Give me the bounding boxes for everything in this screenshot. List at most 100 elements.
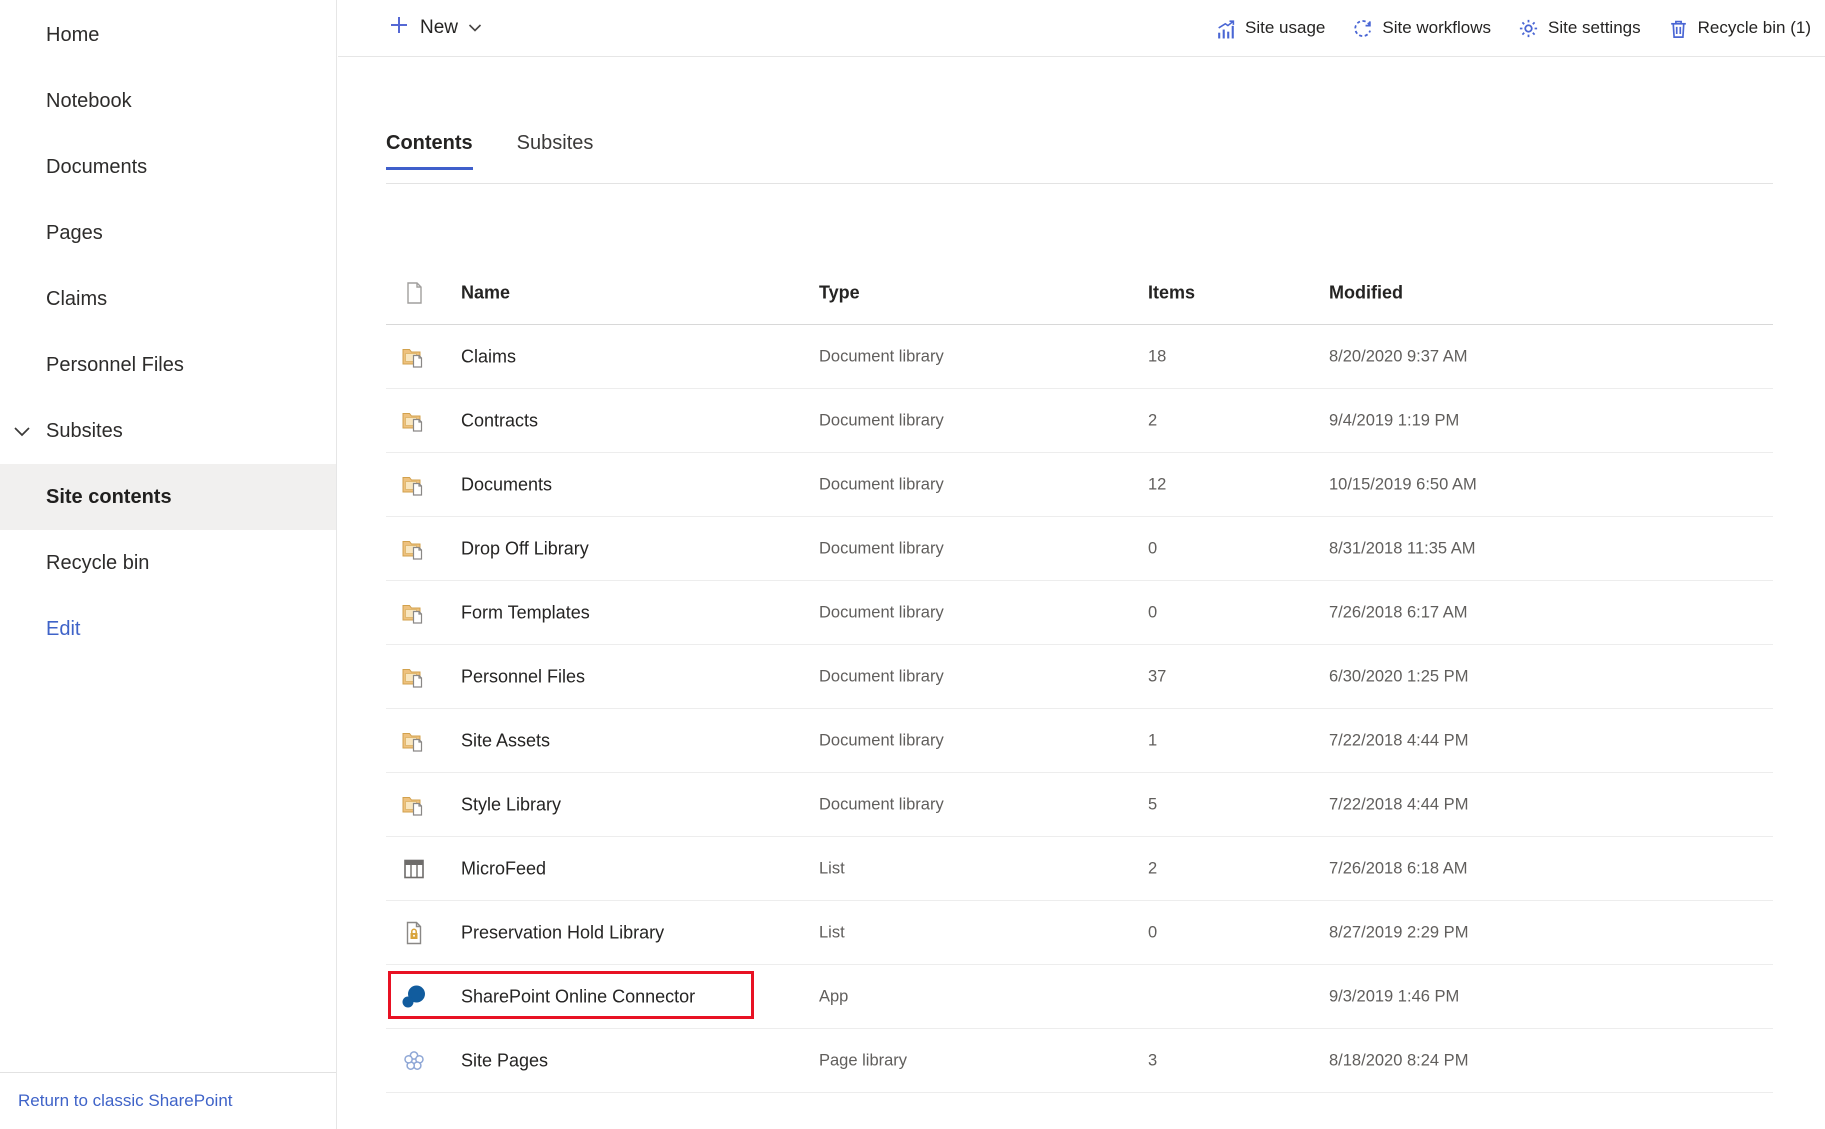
return-to-classic-link[interactable]: Return to classic SharePoint bbox=[18, 1091, 233, 1111]
row-name[interactable]: Documents bbox=[461, 474, 552, 495]
plus-icon bbox=[388, 14, 410, 42]
table-row[interactable]: MicroFeed List 2 7/26/2018 6:18 AM bbox=[386, 837, 1773, 901]
document-library-icon bbox=[401, 792, 427, 818]
table-row[interactable]: Style Library Document library 5 7/22/20… bbox=[386, 773, 1773, 837]
row-type: Document library bbox=[819, 347, 944, 366]
row-modified: 8/18/2020 8:24 PM bbox=[1329, 1051, 1468, 1070]
row-type: Document library bbox=[819, 603, 944, 622]
new-button[interactable]: New bbox=[388, 14, 482, 42]
table-row[interactable]: Site Pages Page library 3 8/18/2020 8:24… bbox=[386, 1029, 1773, 1093]
row-name[interactable]: Site Assets bbox=[461, 730, 550, 751]
table-row[interactable]: Contracts Document library 2 9/4/2019 1:… bbox=[386, 389, 1773, 453]
column-header-name[interactable]: Name bbox=[461, 282, 510, 303]
site-workflows-label: Site workflows bbox=[1382, 18, 1491, 38]
table-row[interactable]: SharePoint Online Connector App 9/3/2019… bbox=[386, 965, 1773, 1029]
sharepoint-app-icon bbox=[401, 984, 427, 1010]
site-usage-label: Site usage bbox=[1245, 18, 1325, 38]
tab-contents[interactable]: Contents bbox=[386, 132, 473, 170]
row-type-icon bbox=[401, 856, 427, 882]
command-bar-actions: Site usage Site workflows bbox=[1215, 18, 1811, 39]
tab-subsites[interactable]: Subsites bbox=[517, 132, 594, 170]
column-header-type[interactable]: Type bbox=[819, 282, 860, 303]
row-items: 2 bbox=[1148, 859, 1157, 878]
row-modified: 7/22/2018 4:44 PM bbox=[1329, 731, 1468, 750]
sidebar-item-home[interactable]: Home bbox=[0, 2, 336, 68]
row-modified: 9/3/2019 1:46 PM bbox=[1329, 987, 1459, 1006]
row-name[interactable]: Site Pages bbox=[461, 1050, 548, 1071]
sidebar-item-site-contents[interactable]: Site contents bbox=[0, 464, 336, 530]
table-row[interactable]: Documents Document library 12 10/15/2019… bbox=[386, 453, 1773, 517]
sidebar-item-edit[interactable]: Edit bbox=[0, 596, 336, 662]
row-type: Document library bbox=[819, 667, 944, 686]
row-items: 0 bbox=[1148, 603, 1157, 622]
row-name[interactable]: SharePoint Online Connector bbox=[461, 986, 695, 1007]
row-name[interactable]: Drop Off Library bbox=[461, 538, 589, 559]
sidebar: Home Notebook Documents Pages Claims Per… bbox=[0, 0, 337, 1129]
row-modified: 6/30/2020 1:25 PM bbox=[1329, 667, 1468, 686]
row-type-icon bbox=[401, 344, 427, 370]
row-name[interactable]: MicroFeed bbox=[461, 858, 546, 879]
table-row[interactable]: Personnel Files Document library 37 6/30… bbox=[386, 645, 1773, 709]
row-name[interactable]: Preservation Hold Library bbox=[461, 922, 664, 943]
sidebar-item-label: Subsites bbox=[46, 420, 123, 443]
sidebar-item-pages[interactable]: Pages bbox=[0, 200, 336, 266]
column-header-items[interactable]: Items bbox=[1148, 282, 1195, 303]
row-modified: 8/20/2020 9:37 AM bbox=[1329, 347, 1468, 366]
table-body: Claims Document library 18 8/20/2020 9:3… bbox=[386, 325, 1773, 1093]
sidebar-item-label: Site contents bbox=[46, 486, 172, 509]
row-type: Page library bbox=[819, 1051, 907, 1070]
row-type-icon bbox=[401, 1048, 427, 1074]
row-items: 37 bbox=[1148, 667, 1166, 686]
sidebar-item-recycle-bin[interactable]: Recycle bin bbox=[0, 530, 336, 596]
row-modified: 10/15/2019 6:50 AM bbox=[1329, 475, 1477, 494]
table-row[interactable]: Site Assets Document library 1 7/22/2018… bbox=[386, 709, 1773, 773]
sidebar-nav: Home Notebook Documents Pages Claims Per… bbox=[0, 2, 336, 662]
row-items: 1 bbox=[1148, 731, 1157, 750]
sidebar-item-label: Documents bbox=[46, 156, 147, 179]
row-modified: 8/27/2019 2:29 PM bbox=[1329, 923, 1468, 942]
page-library-icon bbox=[401, 1048, 427, 1074]
row-items: 0 bbox=[1148, 923, 1157, 942]
row-type: Document library bbox=[819, 731, 944, 750]
main-content: New Site usage bbox=[338, 0, 1825, 1129]
row-name[interactable]: Contracts bbox=[461, 410, 538, 431]
row-name[interactable]: Personnel Files bbox=[461, 666, 585, 687]
table-row[interactable]: Preservation Hold Library List 0 8/27/20… bbox=[386, 901, 1773, 965]
chart-icon bbox=[1215, 18, 1236, 39]
row-name[interactable]: Form Templates bbox=[461, 602, 590, 623]
row-type: Document library bbox=[819, 475, 944, 494]
recycle-bin-button[interactable]: Recycle bin (1) bbox=[1668, 18, 1811, 39]
row-name[interactable]: Style Library bbox=[461, 794, 561, 815]
site-settings-button[interactable]: Site settings bbox=[1518, 18, 1641, 39]
chevron-down-icon[interactable] bbox=[10, 419, 34, 443]
sidebar-item-label: Home bbox=[46, 24, 99, 47]
sidebar-item-personnel-files[interactable]: Personnel Files bbox=[0, 332, 336, 398]
gear-icon bbox=[1518, 18, 1539, 39]
document-library-icon bbox=[401, 344, 427, 370]
row-type: List bbox=[819, 923, 845, 942]
table-row[interactable]: Claims Document library 18 8/20/2020 9:3… bbox=[386, 325, 1773, 389]
sidebar-item-claims[interactable]: Claims bbox=[0, 266, 336, 332]
trash-icon bbox=[1668, 18, 1689, 39]
table-row[interactable]: Form Templates Document library 0 7/26/2… bbox=[386, 581, 1773, 645]
new-button-label: New bbox=[420, 17, 458, 39]
site-usage-button[interactable]: Site usage bbox=[1215, 18, 1325, 39]
sidebar-item-subsites[interactable]: Subsites bbox=[0, 398, 336, 464]
row-modified: 8/31/2018 11:35 AM bbox=[1329, 539, 1475, 558]
column-header-modified[interactable]: Modified bbox=[1329, 282, 1403, 303]
row-modified: 9/4/2019 1:19 PM bbox=[1329, 411, 1459, 430]
sidebar-footer: Return to classic SharePoint bbox=[0, 1072, 336, 1129]
row-items: 0 bbox=[1148, 539, 1157, 558]
row-name[interactable]: Claims bbox=[461, 346, 516, 367]
row-items: 3 bbox=[1148, 1051, 1157, 1070]
sidebar-item-documents[interactable]: Documents bbox=[0, 134, 336, 200]
table-row[interactable]: Drop Off Library Document library 0 8/31… bbox=[386, 517, 1773, 581]
site-workflows-button[interactable]: Site workflows bbox=[1352, 18, 1491, 39]
command-bar: New Site usage bbox=[338, 0, 1825, 57]
row-items: 12 bbox=[1148, 475, 1166, 494]
sidebar-item-label: Personnel Files bbox=[46, 354, 184, 377]
tabs-divider bbox=[386, 183, 1773, 184]
tabs: Contents Subsites bbox=[386, 132, 593, 170]
sidebar-item-notebook[interactable]: Notebook bbox=[0, 68, 336, 134]
row-type-icon bbox=[401, 600, 427, 626]
